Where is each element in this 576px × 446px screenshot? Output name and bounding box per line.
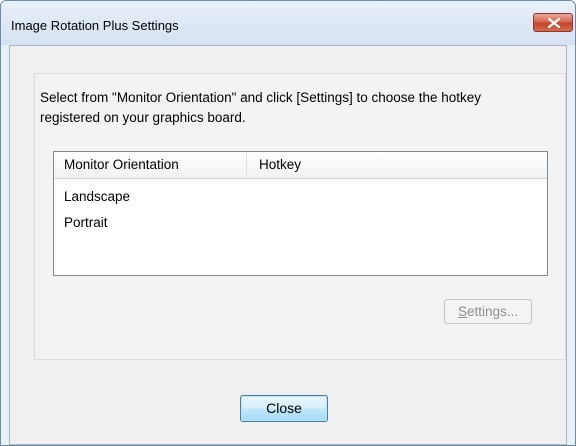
dialog-client-area: Select from "Monitor Orientation" and cl… <box>9 45 567 445</box>
close-button[interactable]: Close <box>240 395 328 422</box>
monitor-orientation-list[interactable]: Monitor Orientation Hotkey Landscape Por… <box>53 151 548 276</box>
settings-group-panel: Select from "Monitor Orientation" and cl… <box>34 73 566 360</box>
close-x-icon <box>548 18 560 28</box>
window-title: Image Rotation Plus Settings <box>11 18 179 33</box>
settings-button-mnemonic: S <box>457 304 467 319</box>
list-item-landscape[interactable]: Landscape <box>64 186 130 208</box>
column-header-monitor-orientation[interactable]: Monitor Orientation <box>54 152 247 178</box>
settings-dialog-window: Image Rotation Plus Settings Select from… <box>0 0 576 446</box>
settings-button[interactable]: Settings... <box>444 299 532 324</box>
list-item-portrait[interactable]: Portrait <box>64 212 108 234</box>
title-bar[interactable]: Image Rotation Plus Settings <box>1 1 575 45</box>
list-header: Monitor Orientation Hotkey <box>54 152 547 179</box>
window-close-button[interactable] <box>533 13 573 32</box>
settings-button-label: ettings... <box>466 304 519 319</box>
instructions-text: Select from "Monitor Orientation" and cl… <box>40 90 482 125</box>
column-header-hotkey[interactable]: Hotkey <box>247 152 547 178</box>
